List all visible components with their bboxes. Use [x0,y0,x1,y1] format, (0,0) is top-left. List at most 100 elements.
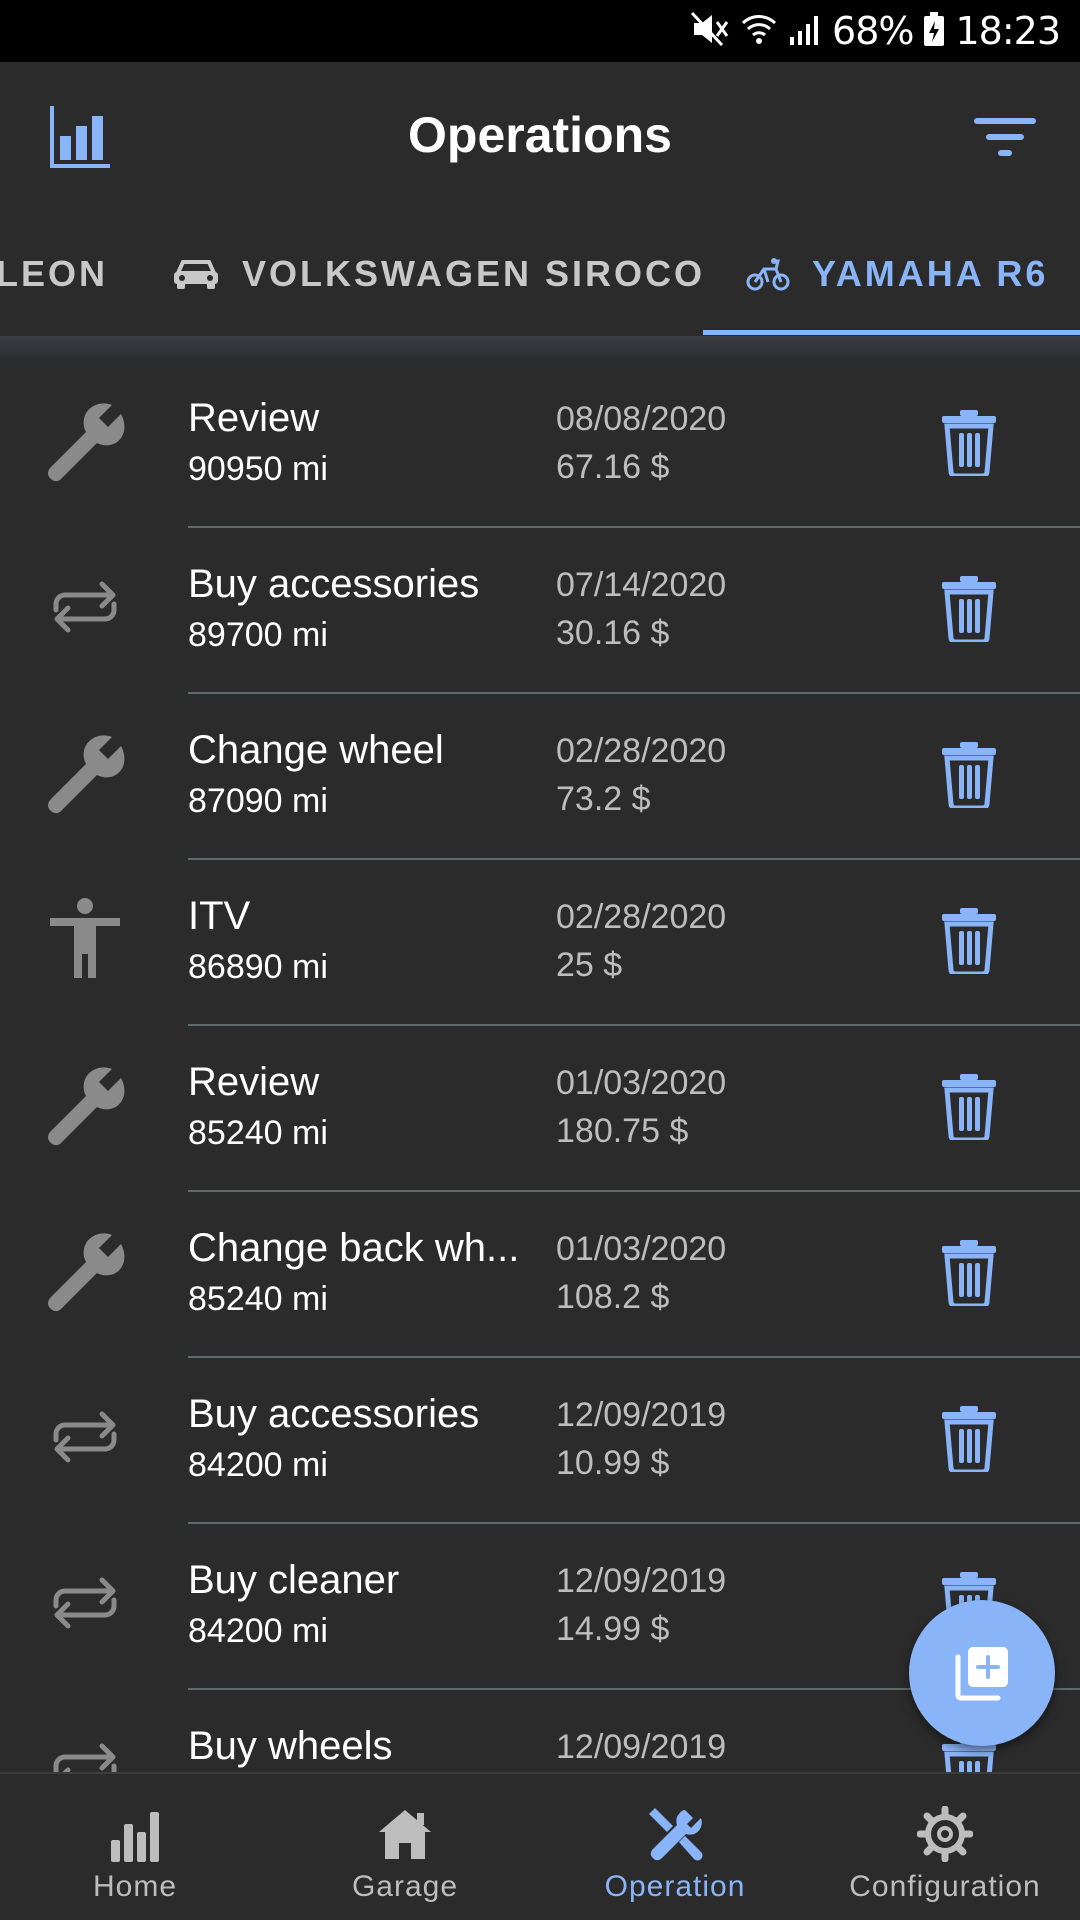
tab-shadow [0,336,1080,362]
nav-home[interactable]: Home [0,1774,270,1920]
repeat-icon [42,1560,128,1646]
operation-price: 108.2 $ [556,1278,670,1316]
house-icon [377,1804,433,1864]
repeat-icon [42,564,128,650]
tab-volkswagen-siroco[interactable]: VOLKSWAGEN SIROCO [172,212,705,336]
list-item[interactable]: Review 90950 mi 08/08/2020 67.16 $ [0,362,1080,528]
app-screen: 68% 18:23 Operations LEON VOLKSWAGEN SIR… [0,0,1080,1920]
vehicle-tabs: LEON VOLKSWAGEN SIROCO YAMAHA R6 [0,212,1080,336]
delete-button[interactable] [938,1238,1000,1309]
status-bar: 68% 18:23 [0,0,1080,62]
list-item[interactable]: Buy accessories 84200 mi 12/09/2019 10.9… [0,1358,1080,1524]
operation-date: 12/09/2019 [556,1396,727,1434]
operation-mileage: 84200 mi [188,1612,328,1650]
operation-date: 02/28/2020 [556,898,727,936]
filter-button[interactable] [972,112,1038,164]
battery-percent: 68% [832,9,914,53]
mute-icon [690,11,730,52]
add-operation-button[interactable] [909,1600,1055,1746]
tab-yamaha-r6[interactable]: YAMAHA R6 [746,212,1048,336]
add-copy-icon [955,1647,1008,1701]
wrench-icon [42,398,128,484]
delete-button[interactable] [938,906,1000,977]
operation-date: 02/28/2020 [556,732,727,770]
operation-date: 12/09/2019 [556,1562,727,1600]
list-item[interactable]: Change wheel 87090 mi 02/28/2020 73.2 $ [0,694,1080,860]
nav-garage[interactable]: Garage [270,1774,540,1920]
list-item[interactable]: Change back wh... 85240 mi 01/03/2020 10… [0,1192,1080,1358]
operation-title: Buy cleaner [188,1558,400,1602]
list-item[interactable]: Review 85240 mi 01/03/2020 180.75 $ [0,1026,1080,1192]
wifi-icon [740,11,778,52]
tools-icon [645,1804,705,1864]
operation-mileage: 84200 mi [188,1446,328,1484]
operation-price: 10.99 $ [556,1444,670,1482]
trash-icon [942,410,996,479]
nav-configuration[interactable]: Configuration [810,1774,1080,1920]
signal-icon [788,11,822,52]
bottom-navigation: Home Garage Operation Configuration [0,1772,1080,1920]
operation-title: Review [188,396,320,440]
clock: 18:23 [955,9,1061,53]
operation-mileage: 85240 mi [188,1280,328,1318]
operation-title: ITV [188,894,251,938]
trash-icon [942,1240,996,1309]
wrench-icon [42,1228,128,1314]
operation-price: 14.99 $ [556,1610,670,1648]
nav-label: Garage [351,1870,459,1903]
list-item[interactable]: ITV 86890 mi 02/28/2020 25 $ [0,860,1080,1026]
trash-icon [942,742,996,811]
status-icons: 68% 18:23 [690,8,1061,54]
app-bar: Operations [0,62,1080,212]
operation-title: Buy accessories [188,1392,480,1436]
battery-icon [923,11,945,52]
gear-icon [917,1804,973,1864]
trash-icon [942,908,996,977]
operation-date: 07/14/2020 [556,566,727,604]
operation-title: Change back wh... [188,1226,520,1270]
operation-price: 180.75 $ [556,1112,689,1150]
operation-mileage: 90950 mi [188,450,328,488]
trash-icon [942,576,996,645]
operation-mileage: 87090 mi [188,782,328,820]
operation-title: Review [188,1060,320,1104]
operation-price: 30.16 $ [556,614,670,652]
operation-date: 01/03/2020 [556,1230,727,1268]
page-title: Operations [408,107,672,163]
person-icon [42,896,128,982]
operation-mileage: 85240 mi [188,1114,328,1152]
delete-button[interactable] [938,1404,1000,1475]
tab-indicator [703,330,1080,335]
car-icon [172,257,220,291]
operation-date: 12/09/2019 [556,1728,727,1766]
delete-button[interactable] [938,408,1000,479]
nav-label: Home [92,1870,178,1903]
repeat-icon [42,1726,128,1772]
tab-leon[interactable]: LEON [0,212,108,336]
operation-title: Buy accessories [188,562,480,606]
operation-date: 08/08/2020 [556,400,727,438]
wrench-icon [42,1062,128,1148]
list-item[interactable]: Buy accessories 89700 mi 07/14/2020 30.1… [0,528,1080,694]
delete-button[interactable] [938,1072,1000,1143]
delete-button[interactable] [938,740,1000,811]
operations-list[interactable]: Review 90950 mi 08/08/2020 67.16 $ Buy a… [0,362,1080,1772]
operation-price: 73.2 $ [556,780,651,818]
trash-icon [942,1074,996,1143]
delete-button[interactable] [938,574,1000,645]
operation-price: 67.16 $ [556,448,670,486]
tab-label: YAMAHA R6 [812,253,1049,294]
operation-date: 01/03/2020 [556,1064,727,1102]
nav-label: Operation [604,1870,746,1903]
bicycle-icon [746,256,790,292]
tab-label: LEON [0,253,109,294]
filter-icon [974,118,1036,156]
repeat-icon [42,1394,128,1480]
wrench-icon [42,730,128,816]
operation-price: 25 $ [556,946,623,984]
trash-icon [942,1406,996,1475]
operation-mileage: 89700 mi [188,616,328,654]
nav-label: Configuration [849,1870,1041,1903]
operation-title: Change wheel [188,728,444,772]
nav-operation[interactable]: Operation [540,1774,810,1920]
